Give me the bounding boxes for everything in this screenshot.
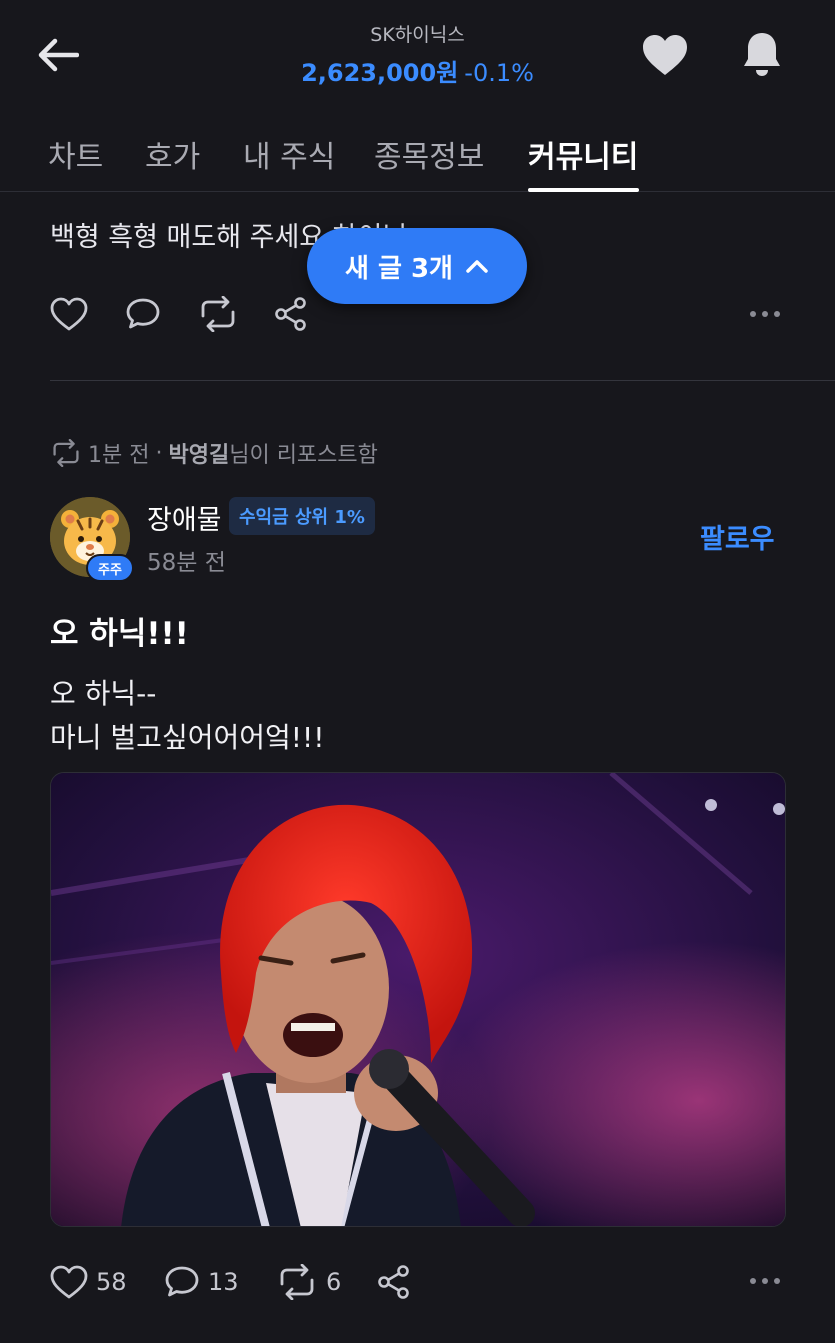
share-button[interactable] [376, 1264, 412, 1300]
tab-bar: 차트 호가 내 주식 종목정보 커뮤니티 [0, 110, 835, 192]
repost-suffix: 님이 리포스트함 [229, 443, 378, 468]
tab-stock-info[interactable]: 종목정보 [374, 132, 484, 176]
chevron-up-icon [466, 260, 488, 273]
post-body: 오 하닉-- 마니 벌고싶어어어엌!!! [50, 672, 324, 760]
like-button[interactable] [50, 297, 125, 331]
post-divider [50, 380, 835, 381]
favorite-button[interactable] [640, 30, 690, 80]
like-button[interactable]: 58 [50, 1265, 164, 1299]
bell-icon [744, 33, 780, 76]
top-bar: SK하이닉스 2,623,000원 -0.1% [0, 0, 835, 110]
post-body-line: 마니 벌고싶어어어엌!!! [50, 721, 325, 754]
repost-time: 1분 전 [88, 443, 150, 468]
repost-info: 1분 전 · 박영길님이 리포스트함 [50, 435, 378, 471]
tab-orderbook[interactable]: 호가 [145, 132, 200, 176]
more-dots-icon [750, 311, 780, 317]
post-more-button[interactable] [748, 1271, 784, 1295]
post-time: 58분 전 [147, 550, 226, 576]
post-body-line: 오 하닉-- [50, 677, 157, 710]
stock-price: 2,623,000원 -0.1% [0, 53, 835, 88]
alerts-button[interactable] [737, 28, 787, 80]
post-image[interactable] [50, 772, 786, 1227]
comment-count: 13 [208, 1268, 239, 1296]
tab-chart[interactable]: 차트 [48, 132, 103, 176]
new-posts-button[interactable]: 새 글 3개 [307, 228, 527, 304]
heart-outline-icon [50, 297, 88, 331]
active-tab-indicator [528, 188, 639, 192]
comment-button[interactable]: 13 [164, 1265, 276, 1299]
concert-singer-illustration [51, 773, 785, 1226]
comment-icon [165, 1266, 199, 1297]
like-count: 58 [96, 1268, 127, 1296]
new-posts-label: 새 글 3개 [345, 253, 453, 284]
tab-my-stock[interactable]: 내 주식 [243, 132, 335, 176]
post-actions: 58 13 6 [50, 1258, 412, 1306]
repost-button[interactable] [197, 296, 273, 332]
comment-button[interactable] [125, 297, 197, 331]
share-icon [378, 1265, 409, 1299]
heart-outline-icon [50, 1265, 88, 1299]
follow-button[interactable]: 팔로우 [700, 517, 775, 556]
more-dots-icon [750, 1278, 780, 1284]
tab-community[interactable]: 커뮤니티 [528, 132, 638, 176]
reposter-name[interactable]: 박영길 [168, 443, 229, 468]
rank-badge: 수익금 상위 1% [229, 497, 375, 535]
heart-icon [643, 35, 687, 75]
repost-icon [201, 296, 235, 332]
author-name[interactable]: 장애물 [147, 498, 222, 537]
stock-title-block: SK하이닉스 2,623,000원 -0.1% [0, 20, 835, 88]
previous-post-actions [50, 290, 309, 338]
repost-icon [280, 1264, 314, 1300]
shareholder-badge: 주주 [86, 554, 134, 582]
post-title: 오 하닉!!! [50, 616, 189, 652]
repost-separator: · [155, 440, 163, 466]
repost-count: 6 [326, 1268, 342, 1296]
stock-name: SK하이닉스 [370, 24, 465, 46]
comment-icon [126, 298, 160, 329]
share-icon [275, 297, 306, 331]
price-value: 2,623,000원 [301, 59, 459, 87]
share-button[interactable] [273, 296, 309, 332]
repost-button[interactable]: 6 [276, 1264, 376, 1300]
previous-post-more-button[interactable] [748, 304, 784, 328]
price-change: -0.1% [464, 59, 534, 87]
repost-icon [53, 439, 79, 467]
